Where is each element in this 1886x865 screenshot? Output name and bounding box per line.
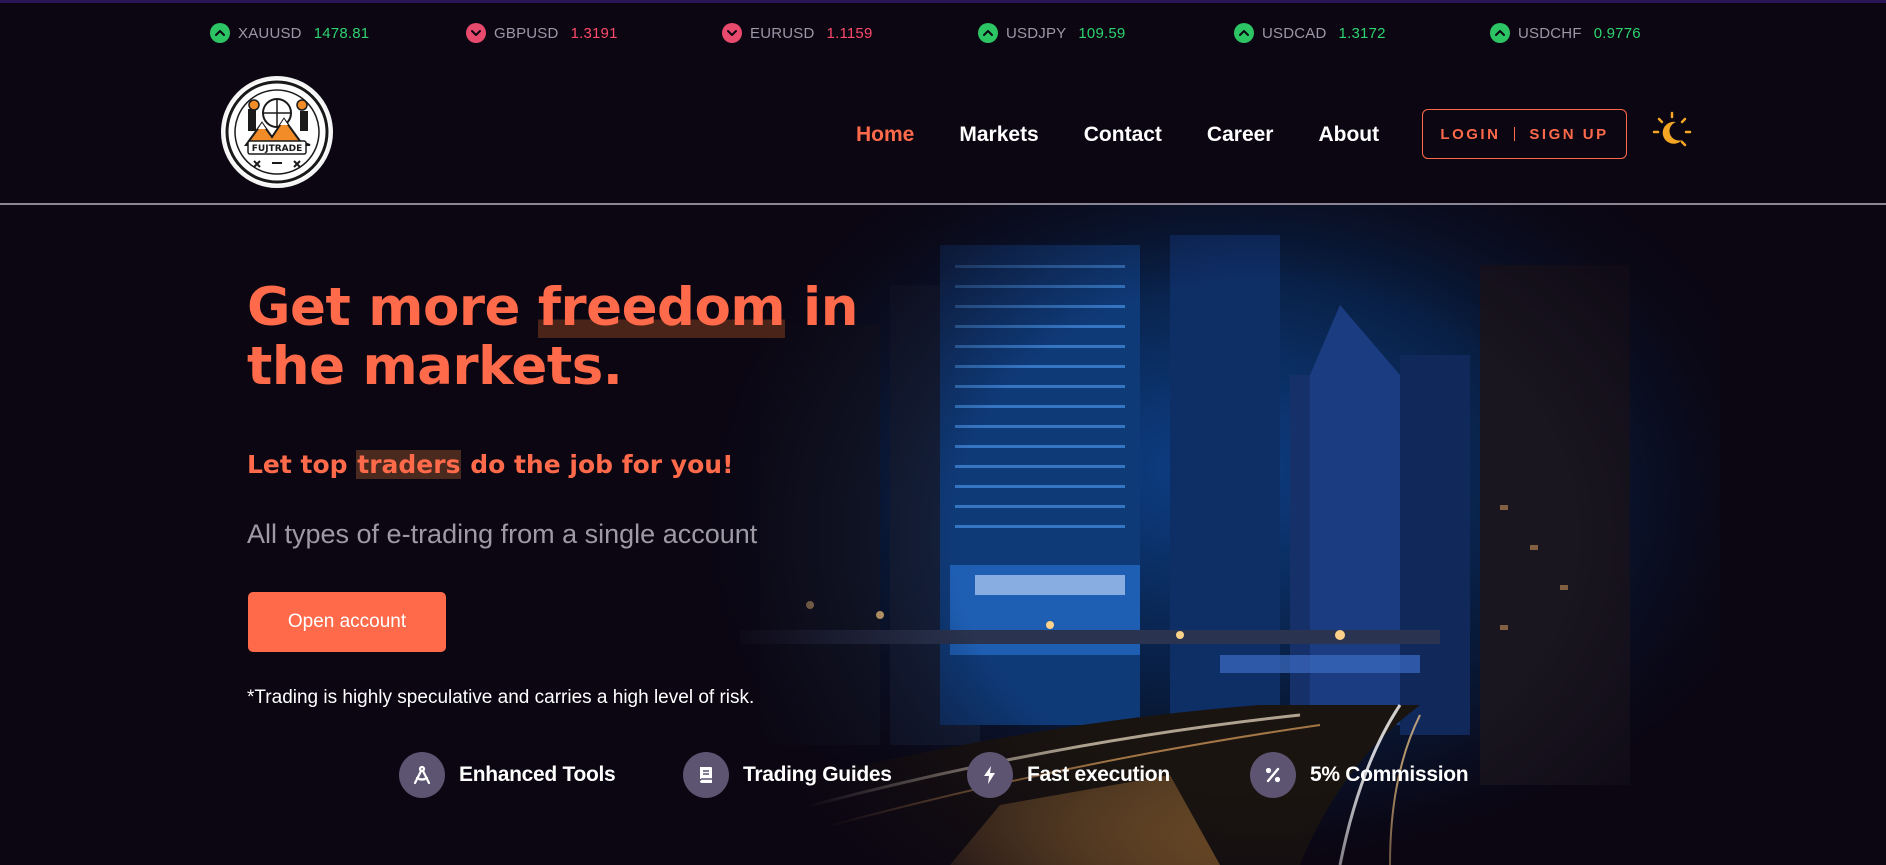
- login-button[interactable]: LOGIN: [1440, 126, 1500, 143]
- theme-toggle-button[interactable]: [1650, 110, 1694, 154]
- book-icon: [683, 752, 729, 798]
- ticker-item-xauusd[interactable]: XAUUSD 1478.81: [210, 20, 369, 46]
- feature-enhanced-tools: Enhanced Tools: [399, 752, 616, 798]
- open-account-button[interactable]: Open account: [248, 592, 446, 652]
- subhead-highlight: traders: [356, 450, 462, 479]
- ticker-symbol: USDCHF: [1518, 24, 1582, 42]
- percent-icon: [1250, 752, 1296, 798]
- moon-sun-icon: [1652, 111, 1692, 147]
- risk-disclaimer: *Trading is highly speculative and carri…: [247, 687, 755, 708]
- feature-label: Fast execution: [1027, 763, 1170, 786]
- hero-subheadline: Let top traders do the job for you!: [247, 450, 733, 479]
- hero-tagline: All types of e-trading from a single acc…: [247, 519, 758, 549]
- ticker-symbol: XAUUSD: [238, 24, 302, 42]
- ticker-item-usdchf[interactable]: USDCHF 0.9776: [1490, 20, 1641, 46]
- logo-emblem: FUJTRADE: [225, 80, 329, 184]
- nav-home[interactable]: Home: [856, 123, 914, 147]
- ticker-item-usdcad[interactable]: USDCAD 1.3172: [1234, 20, 1386, 46]
- feature-label: Enhanced Tools: [459, 763, 616, 786]
- main-nav: Home Markets Contact Career About: [856, 120, 1424, 150]
- ticker-value: 1.3172: [1338, 24, 1386, 42]
- nav-about[interactable]: About: [1318, 123, 1379, 147]
- headline-text: Get more: [247, 277, 538, 338]
- ticker-value: 0.9776: [1593, 24, 1641, 42]
- ticker-item-eurusd[interactable]: EURUSD 1.1159: [722, 20, 873, 46]
- ticker-symbol: EURUSD: [750, 24, 815, 42]
- ticker-symbol: USDCAD: [1262, 24, 1327, 42]
- nav-markets[interactable]: Markets: [959, 123, 1038, 147]
- ticker-value: 1.3191: [570, 24, 618, 42]
- hero-headline: Get more freedom in the markets.: [247, 277, 887, 396]
- arrow-up-icon: [1234, 23, 1254, 43]
- feature-commission: 5% Commission: [1250, 752, 1469, 798]
- arrow-up-icon: [1490, 23, 1510, 43]
- nav-contact[interactable]: Contact: [1084, 123, 1162, 147]
- brand-logo[interactable]: FUJTRADE: [221, 76, 333, 188]
- feature-fast-execution: Fast execution: [967, 752, 1170, 798]
- arrow-up-icon: [978, 23, 998, 43]
- ticker-symbol: GBPUSD: [494, 24, 559, 42]
- subhead-text-end: do the job for you!: [461, 450, 734, 479]
- auth-button-group: LOGIN SIGN UP: [1422, 109, 1627, 159]
- auth-divider: [1514, 127, 1516, 141]
- arrow-down-icon: [466, 23, 486, 43]
- ticker-value: 1478.81: [313, 24, 370, 42]
- ticker-value: 1.1159: [826, 24, 873, 42]
- feature-label: Trading Guides: [743, 763, 892, 786]
- arrow-down-icon: [722, 23, 742, 43]
- ticker-symbol: USDJPY: [1006, 24, 1067, 42]
- ticker-item-gbpusd[interactable]: GBPUSD 1.3191: [466, 20, 618, 46]
- lightning-bolt-icon: [967, 752, 1013, 798]
- price-ticker: XAUUSD 1478.81 GBPUSD 1.3191 EURUSD 1.11…: [210, 20, 1680, 46]
- signup-button[interactable]: SIGN UP: [1529, 126, 1608, 143]
- ticker-item-usdjpy[interactable]: USDJPY 109.59: [978, 20, 1125, 46]
- nav-career[interactable]: Career: [1207, 123, 1274, 147]
- feature-trading-guides: Trading Guides: [683, 752, 892, 798]
- drafting-compass-icon: [399, 752, 445, 798]
- top-accent-line: [0, 0, 1886, 3]
- svg-text:FUJTRADE: FUJTRADE: [252, 144, 302, 154]
- arrow-up-icon: [210, 23, 230, 43]
- ticker-value: 109.59: [1078, 24, 1126, 42]
- subhead-text: Let top: [247, 450, 357, 479]
- feature-label: 5% Commission: [1310, 763, 1469, 786]
- headline-highlight: freedom: [537, 277, 786, 338]
